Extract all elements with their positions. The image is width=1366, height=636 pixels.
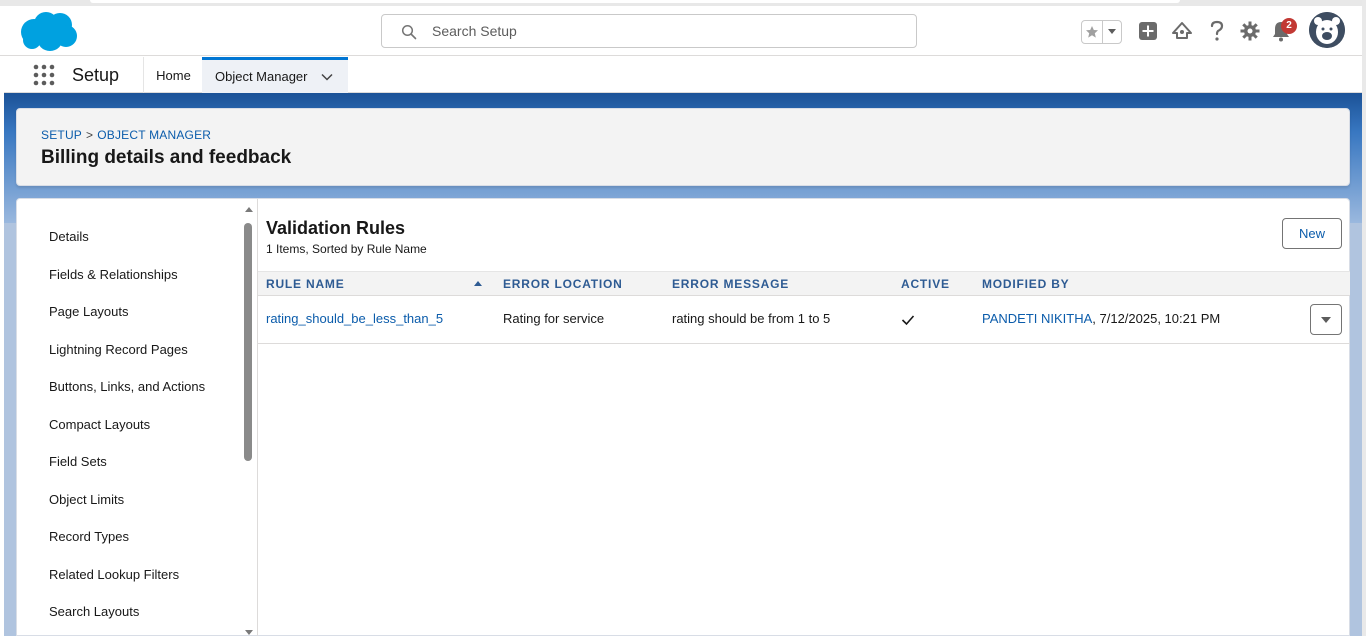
breadcrumb-setup-link[interactable]: SETUP: [41, 128, 82, 142]
sidebar-item-object-limits[interactable]: Object Limits: [49, 492, 124, 507]
main-card: Details Fields & Relationships Page Layo…: [16, 198, 1350, 636]
star-icon: [1086, 26, 1098, 38]
chevron-down-icon: [1108, 29, 1116, 34]
sidebar-item-compact-layouts[interactable]: Compact Layouts: [49, 417, 150, 432]
help-icon: [1210, 20, 1224, 41]
trailhead-icon: [1172, 22, 1192, 39]
column-header-active[interactable]: ACTIVE: [901, 277, 950, 291]
modified-by-user-link[interactable]: PANDETI NIKITHA: [982, 311, 1092, 326]
list-subtitle: 1 Items, Sorted by Rule Name: [266, 242, 427, 256]
modified-by-date: , 7/12/2025, 10:21 PM: [1092, 311, 1221, 326]
gear-icon: [1240, 21, 1260, 41]
tab-home[interactable]: Home: [143, 57, 203, 93]
help-button[interactable]: [1204, 18, 1230, 44]
breadcrumb: SETUP > OBJECT MANAGER: [41, 128, 211, 142]
search-input[interactable]: [432, 21, 892, 41]
search-icon: [401, 24, 417, 40]
scroll-down-arrow-icon[interactable]: [245, 630, 253, 635]
sidebar-scrollbar[interactable]: [243, 207, 255, 636]
table-header: RULE NAME ERROR LOCATION ERROR MESSAGE A…: [258, 271, 1350, 296]
column-header-error-location[interactable]: ERROR LOCATION: [503, 277, 623, 291]
search-input-container[interactable]: [381, 14, 917, 48]
tab-object-manager[interactable]: Object Manager: [202, 57, 348, 93]
tab-object-manager-label: Object Manager: [215, 69, 308, 84]
column-header-error-message[interactable]: ERROR MESSAGE: [672, 277, 789, 291]
favorites-dropdown-button[interactable]: [1103, 21, 1121, 43]
page-header: SETUP > OBJECT MANAGER Billing details and…: [16, 108, 1350, 186]
error-location-cell: Rating for service: [503, 311, 605, 326]
sidebar-item-field-sets[interactable]: Field Sets: [49, 454, 107, 469]
rule-name-link[interactable]: rating_should_be_less_than_5: [266, 311, 443, 326]
breadcrumb-separator: >: [86, 128, 94, 142]
sidebar-item-buttons-links-actions[interactable]: Buttons, Links, and Actions: [49, 379, 205, 394]
sidebar-item-search-layouts[interactable]: Search Layouts: [49, 604, 139, 619]
page-scrollbar[interactable]: [1362, 0, 1366, 636]
validation-rules-panel: Validation Rules 1 Items, Sorted by Rule…: [258, 199, 1350, 636]
setup-gear-button[interactable]: [1237, 18, 1263, 44]
breadcrumb-object-manager-link[interactable]: OBJECT MANAGER: [97, 128, 211, 142]
avatar[interactable]: [1309, 12, 1345, 48]
trailhead-button[interactable]: [1169, 18, 1195, 44]
favorites-star-button[interactable]: [1082, 21, 1103, 43]
row-actions-button[interactable]: [1310, 304, 1342, 335]
plus-icon: [1139, 22, 1157, 40]
scroll-up-arrow-icon[interactable]: [245, 207, 253, 212]
app-name: Setup: [72, 65, 120, 85]
sidebar-item-lightning-record-pages[interactable]: Lightning Record Pages: [49, 342, 188, 357]
global-header: 2: [0, 6, 1366, 56]
table-row: rating_should_be_less_than_5 Rating for …: [258, 296, 1350, 344]
sidebar-item-fields-relationships[interactable]: Fields & Relationships: [49, 267, 178, 282]
sort-ascending-icon[interactable]: [474, 281, 482, 286]
favorites-group: [1081, 20, 1122, 44]
new-button[interactable]: New: [1282, 218, 1342, 249]
chevron-down-icon: [1321, 316, 1331, 323]
context-bar: Setup Home Object Manager: [4, 57, 1362, 93]
page-title: Billing details and feedback: [41, 147, 292, 168]
list-title: Validation Rules: [266, 218, 406, 238]
error-message-cell: rating should be from 1 to 5: [672, 311, 831, 326]
sidebar: Details Fields & Relationships Page Layo…: [17, 199, 257, 636]
chevron-down-icon[interactable]: [320, 70, 334, 84]
checkmark-icon: [901, 315, 915, 326]
column-header-rule-name[interactable]: RULE NAME: [266, 277, 345, 291]
sidebar-item-details[interactable]: Details: [49, 229, 89, 244]
scrollbar-thumb[interactable]: [244, 223, 252, 461]
salesforce-cloud-logo[interactable]: [18, 10, 80, 52]
modified-by-cell: PANDETI NIKITHA, 7/12/2025, 10:21 PM: [982, 311, 1220, 326]
app-launcher-icon[interactable]: [33, 64, 55, 86]
sidebar-item-record-types[interactable]: Record Types: [49, 529, 129, 544]
global-actions-button[interactable]: [1135, 18, 1161, 44]
notification-badge: 2: [1281, 18, 1297, 34]
column-header-modified-by[interactable]: MODIFIED BY: [982, 277, 1069, 291]
sidebar-item-related-lookup-filters[interactable]: Related Lookup Filters: [49, 567, 179, 582]
sidebar-item-page-layouts[interactable]: Page Layouts: [49, 304, 129, 319]
